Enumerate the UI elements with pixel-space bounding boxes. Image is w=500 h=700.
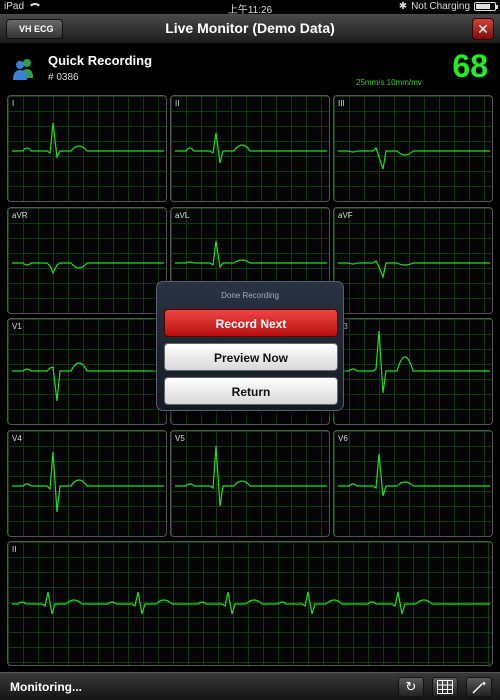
- ecg-trace: [12, 262, 164, 275]
- stop-button[interactable]: ✕: [472, 18, 494, 40]
- ecg-trace: [338, 260, 490, 280]
- status-bar: iPad 上午11:26 ✱ Not Charging: [0, 0, 500, 16]
- lead-panel-v4: V4: [7, 430, 167, 537]
- refresh-icon: ↻: [405, 679, 417, 694]
- return-button[interactable]: Return: [164, 377, 338, 405]
- record-next-button[interactable]: Record Next: [164, 309, 338, 337]
- ecg-trace: [338, 453, 490, 497]
- dialog-title: Done Recording: [221, 291, 279, 300]
- page-title: Live Monitor (Demo Data): [165, 20, 335, 36]
- heart-rate: 68: [452, 48, 488, 84]
- lead-panel-iii: III: [333, 95, 493, 202]
- ecg-trace: [338, 330, 490, 394]
- lead-panel-v1: V1: [7, 318, 167, 425]
- magic-wand-icon: ✦: [472, 680, 487, 694]
- battery-icon: [474, 2, 498, 11]
- lead-panel-v5: V5: [170, 430, 330, 537]
- lead-panel-v3: V3: [333, 318, 493, 425]
- ecg-trace: [338, 146, 490, 170]
- lead-panel-rhythm-ii: II: [7, 541, 493, 666]
- lead-panel-avr: aVR: [7, 207, 167, 314]
- lead-panel-ii: II: [170, 95, 330, 202]
- grid-button[interactable]: [432, 677, 458, 697]
- ecg-trace: [12, 451, 164, 513]
- ecg-trace: [12, 362, 164, 402]
- bluetooth-icon: ✱: [398, 1, 408, 12]
- ecg-trace: [12, 122, 164, 160]
- lead-panel-avf: aVF: [333, 207, 493, 314]
- svg-text:✦: ✦: [481, 680, 487, 688]
- done-recording-dialog: Done Recording Record Next Preview Now R…: [156, 281, 344, 411]
- refresh-button[interactable]: ↻: [398, 677, 424, 697]
- scale-label: 25mm/s 10mm/mv: [356, 78, 422, 87]
- nav-bar: VH ECG Live Monitor (Demo Data) ✕: [0, 14, 500, 44]
- recording-title: Quick Recording: [48, 53, 153, 68]
- lead-panel-i: I: [7, 95, 167, 202]
- ecg-trace: [175, 132, 327, 164]
- ecg-trace: [12, 591, 490, 615]
- users-icon: [13, 59, 33, 80]
- recording-id: # 0386: [48, 72, 79, 83]
- lead-panel-v6: V6: [333, 430, 493, 537]
- grid-icon: [437, 680, 453, 694]
- monitor-status: Monitoring...: [10, 680, 82, 694]
- preview-now-button[interactable]: Preview Now: [164, 343, 338, 371]
- ecg-trace: [175, 445, 327, 507]
- charging-status: Not Charging: [411, 1, 470, 12]
- bottom-toolbar: Monitoring... ↻ ✦: [0, 672, 500, 700]
- magic-button[interactable]: ✦: [466, 677, 492, 697]
- close-icon: ✕: [477, 21, 489, 37]
- recording-header: Quick Recording # 0386 25mm/s 10mm/mv 68: [0, 44, 500, 94]
